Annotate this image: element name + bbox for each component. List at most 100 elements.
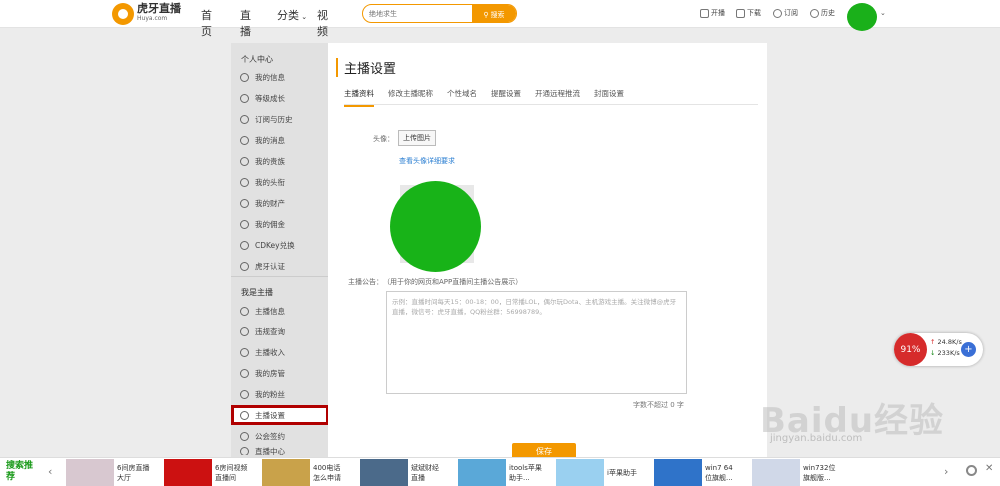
recommend-item[interactable]: 6房间视频直播间	[164, 459, 249, 486]
title-icon	[240, 177, 249, 187]
sidebar-item-room-admin[interactable]: 我的房管	[240, 366, 285, 380]
sidebar-item-live-center[interactable]: 直播中心	[240, 447, 285, 455]
tab-remote-stream[interactable]: 开通远程推流	[535, 88, 580, 105]
recommend-title: 搜索推荐	[6, 461, 34, 482]
chevron-right-icon[interactable]: ›	[944, 465, 948, 478]
subscribe-label: 订阅	[784, 9, 798, 17]
recommend-text: win7 64位旗舰...	[705, 463, 733, 482]
avatar-requirements-link[interactable]: 查看头像详细要求	[399, 156, 455, 166]
recommend-item[interactable]: itools苹果助手...	[458, 459, 543, 486]
recommend-thumb	[360, 459, 408, 486]
download-speed: ↓ 233K/s	[930, 349, 960, 357]
recommend-thumb	[66, 459, 114, 486]
page-title: 主播设置	[336, 58, 396, 77]
close-icon[interactable]: ✕	[985, 463, 993, 474]
sidebar-item-assets[interactable]: 我的财产	[240, 196, 285, 210]
search-input[interactable]	[369, 8, 469, 20]
recommend-text: i苹果助手	[607, 468, 637, 477]
coin-icon	[240, 219, 249, 229]
chevron-left-icon[interactable]: ‹	[48, 465, 52, 478]
download-label: 下载	[747, 9, 761, 17]
download-speed-value: 233K/s	[937, 349, 960, 357]
sidebar-item-commission[interactable]: 我的佣金	[240, 217, 285, 231]
recommend-item[interactable]: i苹果助手	[556, 459, 641, 486]
noble-icon	[240, 156, 249, 166]
tab-rename[interactable]: 修改主播昵称	[388, 88, 433, 105]
sidebar-item-label: 我的信息	[255, 72, 285, 82]
sidebar-item-fans[interactable]: 我的粉丝	[240, 387, 285, 401]
broadcast-icon	[700, 8, 709, 18]
sidebar-item-label: 直播中心	[255, 447, 285, 455]
nav-live[interactable]: 直播	[240, 7, 251, 39]
sidebar-item-label: 我的头衔	[255, 177, 285, 187]
search-button[interactable]: ⚲ 搜索	[472, 5, 516, 22]
recommend-item[interactable]: win7 64位旗舰...	[654, 459, 739, 486]
sidebar-item-label: 公会签约	[255, 431, 285, 441]
sidebar-item-label: 主播信息	[255, 306, 285, 316]
start-broadcast-button[interactable]: 开播	[700, 8, 725, 18]
income-icon	[240, 347, 249, 357]
main-content: 主播设置 主播资料 修改主播昵称 个性域名 提醒设置 开通远程推流 封面设置 头…	[328, 43, 767, 461]
nav-video[interactable]: 视频	[317, 7, 328, 39]
user-avatar[interactable]	[847, 3, 877, 31]
settings-icon	[240, 410, 249, 420]
sidebar-item-label: 我的消息	[255, 135, 285, 145]
sidebar-item-cdkey[interactable]: CDKey兑换	[240, 238, 295, 252]
upload-speed-value: 24.8K/s	[937, 338, 962, 346]
huya-logo-icon	[112, 3, 134, 25]
recommend-item[interactable]: 斌斌财经直播	[360, 459, 445, 486]
download-button[interactable]: 下载	[736, 8, 761, 18]
sidebar-item-label: 我的佣金	[255, 219, 285, 229]
tab-cover[interactable]: 封面设置	[594, 88, 624, 105]
sidebar-item-anchor-settings[interactable]: 主播设置	[231, 405, 329, 425]
subscribe-button[interactable]: 订阅	[773, 8, 798, 18]
recommend-thumb	[164, 459, 212, 486]
live-center-icon	[240, 447, 249, 455]
gear-icon[interactable]	[966, 465, 977, 476]
user-card-icon	[240, 306, 249, 316]
sidebar-item-guild[interactable]: 公会签约	[240, 429, 285, 443]
recommend-item[interactable]: 400电话怎么申请	[262, 459, 347, 486]
arrow-up-icon: ↑	[930, 338, 936, 346]
sidebar-item-my-info[interactable]: 我的信息	[240, 70, 285, 84]
nav-category[interactable]: 分类 ⌄	[277, 7, 307, 23]
clock-icon	[810, 8, 819, 18]
chevron-down-icon[interactable]: ⌄	[880, 9, 886, 17]
huya-logo[interactable]: 虎牙直播 Huya.com	[112, 3, 181, 25]
network-monitor-widget[interactable]: 91% ↑ 24.8K/s ↓ 233K/s +	[894, 333, 983, 366]
sidebar-item-verify[interactable]: 虎牙认证	[240, 259, 285, 273]
sidebar-item-anchor-info[interactable]: 主播信息	[240, 304, 285, 318]
recommend-item[interactable]: 6间房直播大厅	[66, 459, 151, 486]
guild-icon	[240, 431, 249, 441]
heart-icon	[773, 8, 782, 18]
sidebar-item-noble[interactable]: 我的贵族	[240, 154, 285, 168]
tab-divider	[344, 104, 758, 105]
sidebar-item-label: 主播收入	[255, 347, 285, 357]
history-button[interactable]: 历史	[810, 8, 835, 18]
room-icon	[240, 368, 249, 378]
sidebar-item-messages[interactable]: 我的消息	[240, 133, 285, 147]
plus-icon[interactable]: +	[961, 342, 976, 357]
recommend-item[interactable]: win732位旗舰版...	[752, 459, 837, 486]
notice-textarea[interactable]: 示例：直播时间每天15：00-18：00，日常播LOL，偶尔玩Dota、主机游戏…	[386, 291, 687, 394]
upload-speed: ↑ 24.8K/s	[930, 338, 962, 346]
sidebar-item-violations[interactable]: 违规查询	[240, 324, 285, 338]
recommend-text: 6房间视频直播间	[215, 463, 248, 482]
sidebar-item-label: 我的财产	[255, 198, 285, 208]
tab-domain[interactable]: 个性域名	[447, 88, 477, 105]
logo-sub-text: Huya.com	[137, 15, 168, 22]
chevron-down-icon: ⌄	[299, 13, 308, 21]
logo-main-text: 虎牙直播	[137, 2, 181, 15]
upload-image-button[interactable]: 上传图片	[398, 130, 436, 146]
tab-reminders[interactable]: 提醒设置	[491, 88, 521, 105]
sidebar-item-titles[interactable]: 我的头衔	[240, 175, 285, 189]
recommend-text: itools苹果助手...	[509, 463, 542, 482]
sidebar-item-subscriptions[interactable]: 订阅与历史	[240, 112, 293, 126]
sidebar-item-income[interactable]: 主播收入	[240, 345, 285, 359]
network-usage-gauge: 91%	[894, 333, 927, 366]
sidebar-item-label: 我的贵族	[255, 156, 285, 166]
sidebar-item-level[interactable]: 等级成长	[240, 91, 285, 105]
sidebar-item-label: 等级成长	[255, 93, 285, 103]
nav-home[interactable]: 首页	[201, 7, 212, 39]
search-recommend-bar: 搜索推荐 ‹ 6间房直播大厅 6房间视频直播间 400电话怎么申请 斌斌财经直播…	[0, 457, 1000, 486]
